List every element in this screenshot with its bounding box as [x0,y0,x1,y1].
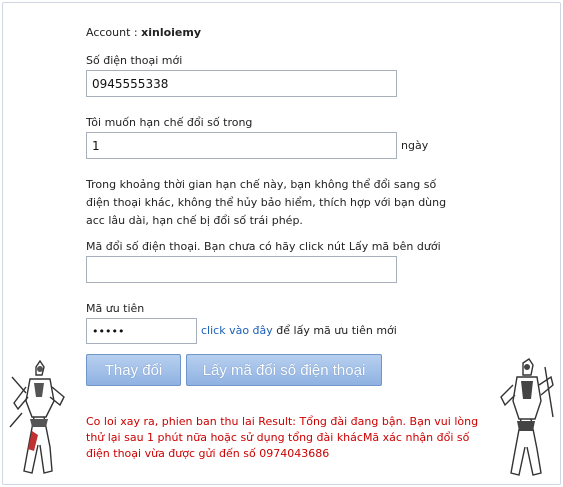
limit-input-value: 1 [92,138,100,153]
priority-link-line: click vào đây để lấy mã ưu tiên mới [201,324,397,337]
change-code-input[interactable] [86,256,397,283]
change-code-label: Mã đổi số điện thoại. Bạn chưa có hãy cl… [86,240,441,253]
account-line: Account : xinloiemy [86,26,201,39]
phone-input[interactable]: 0945555338 [86,70,397,97]
get-priority-link[interactable]: click vào đây [201,324,273,337]
priority-link-suffix: để lấy mã ưu tiên mới [272,324,397,337]
get-change-code-button[interactable]: Lấy mã đổi số điện thoại [186,354,382,386]
error-message: Co loi xay ra, phien ban thu lai Result:… [86,415,479,460]
warrior-right-illustration [500,358,554,476]
account-name: xinloiemy [141,26,202,39]
priority-input[interactable]: ••••• [86,318,197,344]
limit-label: Tôi muốn hạn chế đổi số trong [86,116,253,129]
limit-unit: ngày [401,139,429,152]
change-button[interactable]: Thay đổi [86,354,181,386]
phone-input-value: 0945555338 [92,76,169,91]
description-text: Trong khoảng thời gian hạn chế này, bạn … [86,178,447,227]
phone-label: Số điện thoại mới [86,54,183,67]
limit-input[interactable]: 1 [86,132,397,159]
priority-label: Mã ưu tiên [86,302,145,315]
priority-input-value: ••••• [92,324,125,338]
warrior-left-illustration [9,359,65,474]
account-label: Account : [86,26,142,39]
